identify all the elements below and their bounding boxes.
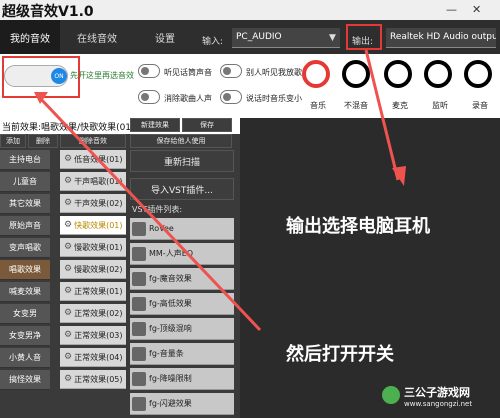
watermark-url: www.sangongzi.net	[404, 400, 473, 408]
arrow-head-output	[392, 166, 406, 186]
arrow-to-switch	[38, 96, 262, 332]
watermark-logo-icon	[382, 386, 400, 404]
watermark-name: 三公子游戏网	[404, 386, 470, 399]
annotation-arrows	[34, 49, 406, 332]
arrow-to-output	[364, 49, 400, 181]
annotation-switch: 然后打开开关	[286, 344, 394, 365]
annotation-output: 输出选择电脑耳机	[286, 216, 430, 237]
